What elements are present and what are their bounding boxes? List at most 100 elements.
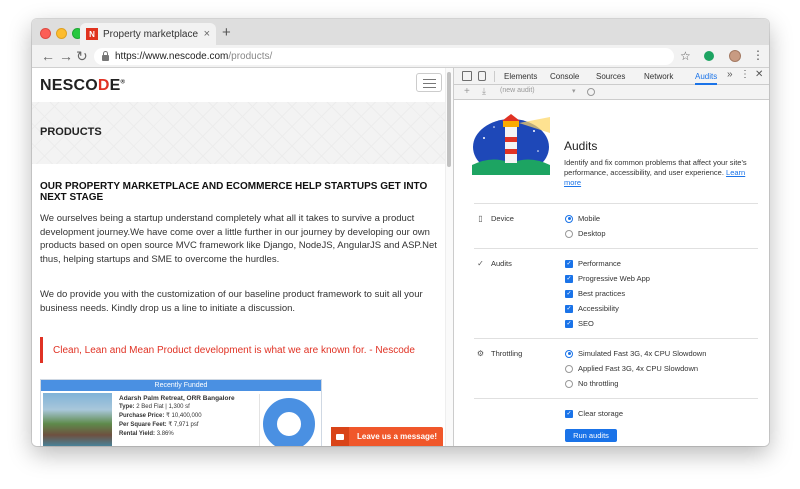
download-report-icon[interactable]: ⤓ xyxy=(482,86,486,97)
browser-tab[interactable]: N Property marketplace and eco × xyxy=(80,23,216,45)
select-caret-icon[interactable]: ▾ xyxy=(572,87,576,95)
audit-option-performance[interactable]: ✓ Performance xyxy=(565,258,621,269)
recently-funded-card[interactable]: Recently Funded Adarsh Palm Retreat, ORR… xyxy=(40,379,322,446)
checkbox-checked[interactable]: ✓ xyxy=(565,409,573,418)
throttling-option-simulated[interactable]: Simulated Fast 3G, 4x CPU Slowdown xyxy=(565,348,706,359)
throttling-label: Throttling xyxy=(491,349,523,358)
psf-label: Per Square Feet: xyxy=(119,422,167,428)
clear-block-icon[interactable] xyxy=(587,88,595,96)
forward-button[interactable]: → xyxy=(59,48,73,64)
extension-icon[interactable] xyxy=(704,51,714,61)
price-label: Purchase Price: xyxy=(119,413,165,419)
logo-mark: ® xyxy=(120,79,126,86)
option-label: Accessibility xyxy=(578,304,619,313)
device-icon: ▯ xyxy=(478,214,483,223)
devtools-panel: Elements Console Sources Network Audits … xyxy=(453,68,769,446)
tagline-quote: Clean, Lean and Mean Product development… xyxy=(40,337,444,363)
checkbox-checked[interactable]: ✓ xyxy=(565,319,573,328)
lighthouse-illustration-icon xyxy=(472,114,550,175)
device-label: Device xyxy=(491,214,514,223)
leave-message-button[interactable]: Leave us a message! xyxy=(331,427,443,446)
audits-label: Audits xyxy=(491,259,512,268)
inspect-element-icon[interactable] xyxy=(462,71,472,81)
option-label: Applied Fast 3G, 4x CPU Slowdown xyxy=(578,364,699,373)
type-value: 2 Bed Flat | 1,300 sf xyxy=(136,404,190,410)
audit-option-accessibility[interactable]: ✓ Accessibility xyxy=(565,303,619,314)
minimize-window-button[interactable] xyxy=(56,28,67,39)
lock-icon xyxy=(102,51,109,61)
property-photo xyxy=(43,393,112,446)
envelope-icon xyxy=(331,427,349,446)
hamburger-menu-icon[interactable] xyxy=(416,73,442,92)
clear-storage-option[interactable]: ✓ Clear storage xyxy=(565,408,623,419)
radio-unchecked[interactable] xyxy=(565,229,573,238)
option-label: Best practices xyxy=(578,289,626,298)
radio-unchecked[interactable] xyxy=(565,364,573,373)
yield-label: Rental Yield: xyxy=(119,431,156,437)
audit-select[interactable]: (new audit) xyxy=(500,87,535,94)
tab-audits[interactable]: Audits xyxy=(695,68,718,85)
intro-paragraph: We ourselves being a startup understand … xyxy=(40,213,437,265)
audits-description-text: Identify and fix common problems that af… xyxy=(564,158,747,177)
logo-text: NESCO xyxy=(40,77,98,94)
toolbar-separator xyxy=(494,71,495,82)
run-audits-button[interactable]: Run audits xyxy=(565,429,617,442)
checkbox-checked[interactable]: ✓ xyxy=(565,289,573,298)
card-header: Recently Funded xyxy=(41,380,321,391)
audit-option-best-practices[interactable]: ✓ Best practices xyxy=(565,288,625,299)
back-button[interactable]: ← xyxy=(41,48,55,64)
logo-accent-letter: D xyxy=(97,77,110,94)
checkbox-checked[interactable]: ✓ xyxy=(565,304,573,313)
divider xyxy=(474,338,758,339)
radio-checked[interactable] xyxy=(565,349,573,358)
devtools-close-icon[interactable]: ✕ xyxy=(755,69,763,80)
tab-network[interactable]: Network xyxy=(644,68,673,85)
audit-option-pwa[interactable]: ✓ Progressive Web App xyxy=(565,273,650,284)
address-bar[interactable]: https://www.nescode.com /products/ xyxy=(94,48,674,65)
tab-elements[interactable]: Elements xyxy=(504,68,537,85)
bookmark-star-icon[interactable]: ☆ xyxy=(680,49,691,63)
tab-close-icon[interactable]: × xyxy=(204,28,210,40)
url-host: https://www.nescode.com xyxy=(115,51,229,62)
reload-button[interactable]: ↻ xyxy=(76,48,88,64)
site-logo[interactable]: NESCODE® xyxy=(40,77,125,95)
browser-toolbar: ← → ↻ https://www.nescode.com /products/… xyxy=(32,45,769,68)
checkmark-icon: ✓ xyxy=(477,259,484,268)
new-tab-button[interactable]: + xyxy=(222,25,231,40)
divider xyxy=(474,203,758,204)
property-details: Adarsh Palm Retreat, ORR Bangalore Type:… xyxy=(119,394,259,439)
option-label: Clear storage xyxy=(578,409,624,418)
price-value: ₹ 10,400,000 xyxy=(166,413,202,419)
device-option-mobile[interactable]: Mobile xyxy=(565,213,600,224)
new-audit-plus-icon[interactable]: + xyxy=(464,86,470,97)
checkbox-checked[interactable]: ✓ xyxy=(565,259,573,268)
browser-menu-icon[interactable]: ⋮ xyxy=(752,48,764,62)
page-hero: PRODUCTS xyxy=(32,102,453,164)
throttling-option-none[interactable]: No throttling xyxy=(565,378,618,389)
leave-message-label: Leave us a message! xyxy=(357,432,438,441)
radio-unchecked[interactable] xyxy=(565,379,573,388)
radio-checked[interactable] xyxy=(565,214,573,223)
profile-avatar[interactable] xyxy=(729,50,741,62)
card-divider xyxy=(259,394,260,446)
nescode-favicon-icon: N xyxy=(86,28,98,40)
tab-console[interactable]: Console xyxy=(550,68,579,85)
audit-option-seo[interactable]: ✓ SEO xyxy=(565,318,594,329)
yield-value: 3.86% xyxy=(156,431,174,437)
page-scrollbar-thumb[interactable] xyxy=(447,72,451,167)
option-label: Performance xyxy=(578,259,621,268)
device-option-desktop[interactable]: Desktop xyxy=(565,228,606,239)
throttling-option-applied[interactable]: Applied Fast 3G, 4x CPU Slowdown xyxy=(565,363,698,374)
divider xyxy=(474,398,758,399)
close-window-button[interactable] xyxy=(40,28,51,39)
devtools-menu-icon[interactable]: ⋮ xyxy=(740,69,750,80)
divider xyxy=(474,248,758,249)
section-heading: OUR PROPERTY MARKETPLACE AND ECOMMERCE H… xyxy=(40,181,428,203)
type-label: Type: xyxy=(119,404,135,410)
checkbox-checked[interactable]: ✓ xyxy=(565,274,573,283)
tab-strip: N Property marketplace and eco × + xyxy=(32,19,769,45)
web-page: NESCODE® PRODUCTS OUR PROPERTY MARKETPLA… xyxy=(32,68,453,446)
device-toolbar-icon[interactable] xyxy=(478,71,486,81)
more-tabs-button[interactable]: » xyxy=(727,69,733,80)
tab-sources[interactable]: Sources xyxy=(596,68,625,85)
